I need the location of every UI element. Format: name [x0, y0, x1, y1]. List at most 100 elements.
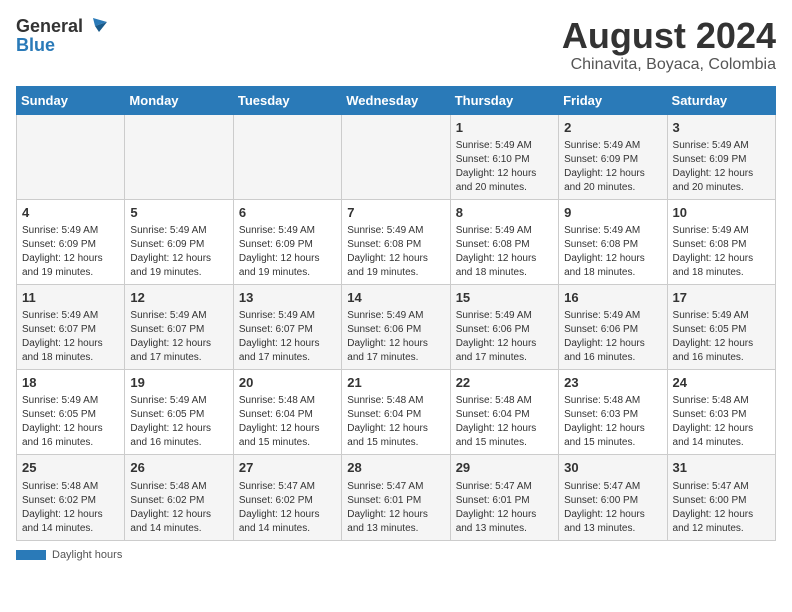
calendar-day-cell [342, 114, 450, 199]
day-info: Sunrise: 5:49 AM Sunset: 6:07 PM Dayligh… [22, 309, 119, 365]
day-info: Sunrise: 5:49 AM Sunset: 6:08 PM Dayligh… [673, 224, 770, 280]
day-number: 13 [239, 289, 336, 307]
day-number: 1 [456, 119, 553, 137]
day-info: Sunrise: 5:49 AM Sunset: 6:06 PM Dayligh… [347, 309, 444, 365]
calendar-day-cell: 4 Sunrise: 5:49 AM Sunset: 6:09 PM Daylig… [17, 199, 125, 284]
calendar-day-cell: 28Sunrise: 5:47 AM Sunset: 6:01 PM Dayli… [342, 455, 450, 540]
day-info: Sunrise: 5:49 AM Sunset: 6:08 PM Dayligh… [564, 224, 661, 280]
day-number: 21 [347, 374, 444, 392]
daylight-bar-icon [16, 550, 46, 560]
calendar-day-cell: 13 Sunrise: 5:49 AM Sunset: 6:07 PM Dayli… [233, 284, 341, 369]
calendar-day-cell: 9 Sunrise: 5:49 AM Sunset: 6:08 PM Daylig… [559, 199, 667, 284]
calendar-day-cell: 17 Sunrise: 5:49 AM Sunset: 6:05 PM Dayli… [667, 284, 775, 369]
day-info: Sunrise: 5:47 AM Sunset: 6:01 PM Dayligh… [456, 480, 553, 536]
day-info: Sunrise: 5:49 AM Sunset: 6:10 PM Dayligh… [456, 139, 553, 195]
day-info: Sunrise: 5:49 AM Sunset: 6:05 PM Dayligh… [673, 309, 770, 365]
day-number: 26 [130, 459, 227, 477]
day-number: 22 [456, 374, 553, 392]
daylight-label: Daylight hours [52, 549, 122, 561]
day-info: Sunrise: 5:48 AM Sunset: 6:04 PM Dayligh… [347, 394, 444, 450]
day-number: 4 [22, 204, 119, 222]
logo: General Blue [16, 16, 107, 54]
day-info: Sunrise: 5:49 AM Sunset: 6:05 PM Dayligh… [22, 394, 119, 450]
day-info: Sunrise: 5:48 AM Sunset: 6:02 PM Dayligh… [130, 480, 227, 536]
day-info: Sunrise: 5:48 AM Sunset: 6:02 PM Dayligh… [22, 480, 119, 536]
day-info: Sunrise: 5:49 AM Sunset: 6:07 PM Dayligh… [239, 309, 336, 365]
day-number: 7 [347, 204, 444, 222]
day-number: 20 [239, 374, 336, 392]
day-number: 16 [564, 289, 661, 307]
calendar-day-cell: 25 Sunrise: 5:48 AM Sunset: 6:02 PM Dayli… [17, 455, 125, 540]
day-info: Sunrise: 5:49 AM Sunset: 6:09 PM Dayligh… [564, 139, 661, 195]
day-info: Sunrise: 5:48 AM Sunset: 6:03 PM Dayligh… [673, 394, 770, 450]
calendar-day-cell: 14 Sunrise: 5:49 AM Sunset: 6:06 PM Dayli… [342, 284, 450, 369]
day-number: 24 [673, 374, 770, 392]
calendar-week-row: 4 Sunrise: 5:49 AM Sunset: 6:09 PM Daylig… [17, 199, 776, 284]
calendar-day-cell: 16 Sunrise: 5:49 AM Sunset: 6:06 PM Dayli… [559, 284, 667, 369]
calendar-day-cell: 15Sunrise: 5:49 AM Sunset: 6:06 PM Dayli… [450, 284, 558, 369]
day-of-week-header: Tuesday [233, 86, 341, 114]
calendar-week-row: 18 Sunrise: 5:49 AM Sunset: 6:05 PM Dayli… [17, 370, 776, 455]
day-info: Sunrise: 5:49 AM Sunset: 6:05 PM Dayligh… [130, 394, 227, 450]
header: General Blue August 2024 Chinavita, Boya… [16, 16, 776, 74]
day-of-week-header: Thursday [450, 86, 558, 114]
day-number: 5 [130, 204, 227, 222]
day-info: Sunrise: 5:47 AM Sunset: 6:00 PM Dayligh… [564, 480, 661, 536]
day-number: 6 [239, 204, 336, 222]
day-info: Sunrise: 5:49 AM Sunset: 6:06 PM Dayligh… [564, 309, 661, 365]
day-number: 9 [564, 204, 661, 222]
day-info: Sunrise: 5:49 AM Sunset: 6:08 PM Dayligh… [347, 224, 444, 280]
calendar-day-cell: 1 Sunrise: 5:49 AM Sunset: 6:10 PM Daylig… [450, 114, 558, 199]
calendar-week-row: 11Sunrise: 5:49 AM Sunset: 6:07 PM Dayli… [17, 284, 776, 369]
day-info: Sunrise: 5:48 AM Sunset: 6:04 PM Dayligh… [456, 394, 553, 450]
day-of-week-header: Friday [559, 86, 667, 114]
day-number: 12 [130, 289, 227, 307]
day-number: 15 [456, 289, 553, 307]
day-number: 17 [673, 289, 770, 307]
title-section: August 2024 Chinavita, Boyaca, Colombia [562, 16, 776, 74]
day-number: 23 [564, 374, 661, 392]
day-number: 25 [22, 459, 119, 477]
calendar-day-cell: 2 Sunrise: 5:49 AM Sunset: 6:09 PM Daylig… [559, 114, 667, 199]
day-info: Sunrise: 5:49 AM Sunset: 6:09 PM Dayligh… [22, 224, 119, 280]
calendar-day-cell: 11Sunrise: 5:49 AM Sunset: 6:07 PM Dayli… [17, 284, 125, 369]
calendar-day-cell: 10Sunrise: 5:49 AM Sunset: 6:08 PM Dayli… [667, 199, 775, 284]
day-info: Sunrise: 5:47 AM Sunset: 6:02 PM Dayligh… [239, 480, 336, 536]
calendar-table: SundayMondayTuesdayWednesdayThursdayFrid… [16, 86, 776, 541]
calendar-day-cell: 31 Sunrise: 5:47 AM Sunset: 6:00 PM Dayli… [667, 455, 775, 540]
calendar-day-cell: 18 Sunrise: 5:49 AM Sunset: 6:05 PM Dayli… [17, 370, 125, 455]
day-of-week-header: Monday [125, 86, 233, 114]
calendar-week-row: 1 Sunrise: 5:49 AM Sunset: 6:10 PM Daylig… [17, 114, 776, 199]
calendar-day-cell: 20 Sunrise: 5:48 AM Sunset: 6:04 PM Dayli… [233, 370, 341, 455]
day-number: 14 [347, 289, 444, 307]
calendar-day-cell: 24 Sunrise: 5:48 AM Sunset: 6:03 PM Dayli… [667, 370, 775, 455]
day-info: Sunrise: 5:49 AM Sunset: 6:09 PM Dayligh… [239, 224, 336, 280]
calendar-body: 1 Sunrise: 5:49 AM Sunset: 6:10 PM Daylig… [17, 114, 776, 540]
day-number: 31 [673, 459, 770, 477]
day-number: 30 [564, 459, 661, 477]
day-of-week-header: Sunday [17, 86, 125, 114]
day-number: 2 [564, 119, 661, 137]
calendar-day-cell [17, 114, 125, 199]
calendar-header-row: SundayMondayTuesdayWednesdayThursdayFrid… [17, 86, 776, 114]
calendar-day-cell: 19 Sunrise: 5:49 AM Sunset: 6:05 PM Dayli… [125, 370, 233, 455]
day-number: 29 [456, 459, 553, 477]
calendar-day-cell [233, 114, 341, 199]
day-info: Sunrise: 5:47 AM Sunset: 6:00 PM Dayligh… [673, 480, 770, 536]
calendar-day-cell: 23 Sunrise: 5:48 AM Sunset: 6:03 PM Dayli… [559, 370, 667, 455]
calendar-day-cell: 27Sunrise: 5:47 AM Sunset: 6:02 PM Dayli… [233, 455, 341, 540]
calendar-day-cell: 5Sunrise: 5:49 AM Sunset: 6:09 PM Daylig… [125, 199, 233, 284]
logo-blue-text: Blue [16, 36, 107, 54]
calendar-day-cell: 26 Sunrise: 5:48 AM Sunset: 6:02 PM Dayli… [125, 455, 233, 540]
day-info: Sunrise: 5:48 AM Sunset: 6:04 PM Dayligh… [239, 394, 336, 450]
calendar-day-cell [125, 114, 233, 199]
day-number: 18 [22, 374, 119, 392]
calendar-day-cell: 22 Sunrise: 5:48 AM Sunset: 6:04 PM Dayli… [450, 370, 558, 455]
day-number: 19 [130, 374, 227, 392]
location-subtitle: Chinavita, Boyaca, Colombia [562, 56, 776, 74]
day-number: 8 [456, 204, 553, 222]
calendar-day-cell: 6 Sunrise: 5:49 AM Sunset: 6:09 PM Daylig… [233, 199, 341, 284]
day-number: 3 [673, 119, 770, 137]
day-info: Sunrise: 5:48 AM Sunset: 6:03 PM Dayligh… [564, 394, 661, 450]
calendar-day-cell: 8Sunrise: 5:49 AM Sunset: 6:08 PM Daylig… [450, 199, 558, 284]
